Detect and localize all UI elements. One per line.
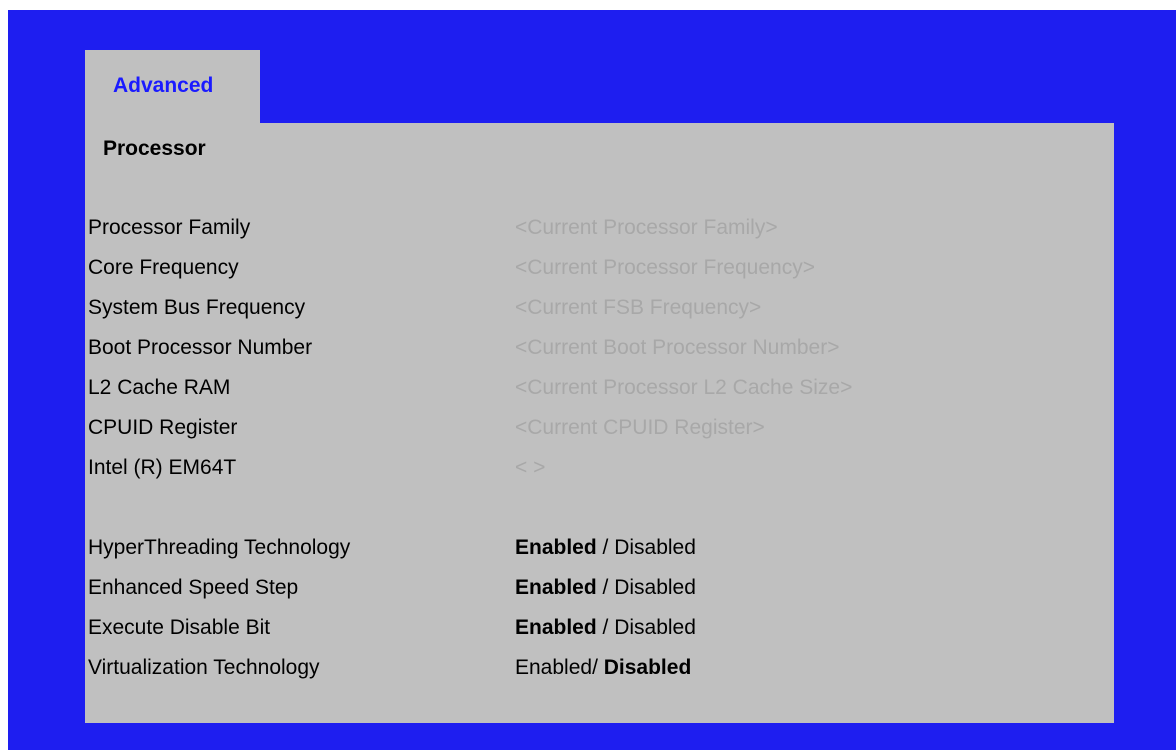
info-value: < > (515, 456, 546, 479)
info-value: <Current Boot Processor Number> (515, 336, 840, 359)
info-row-boot-processor-number: Boot Processor Number <Current Boot Proc… (88, 330, 1108, 366)
option-separator: / (596, 576, 615, 599)
option-enabled[interactable]: Enabled (515, 656, 592, 679)
setting-options[interactable]: Enabled / Disabled (515, 536, 696, 560)
setting-row-hyperthreading[interactable]: HyperThreading Technology Enabled / Disa… (88, 530, 1108, 566)
info-value: <Current Processor Frequency> (515, 256, 815, 279)
option-enabled[interactable]: Enabled (515, 576, 597, 599)
info-value: <Current Processor L2 Cache Size> (515, 376, 853, 399)
info-label: Processor Family (88, 216, 251, 239)
info-row-system-bus-frequency: System Bus Frequency <Current FSB Freque… (88, 290, 1108, 326)
setting-row-enhanced-speed-step[interactable]: Enhanced Speed Step Enabled / Disabled (88, 570, 1108, 606)
option-disabled[interactable]: Disabled (614, 616, 696, 639)
setting-options[interactable]: Enabled / Disabled (515, 616, 696, 640)
option-disabled[interactable]: Disabled (614, 576, 696, 599)
info-label: L2 Cache RAM (88, 376, 231, 399)
info-label: Intel (R) EM64T (88, 456, 237, 479)
setting-label: Enhanced Speed Step (88, 576, 299, 599)
info-row-l2-cache-ram: L2 Cache RAM <Current Processor L2 Cache… (88, 370, 1108, 406)
setting-options[interactable]: Enabled/ Disabled (515, 656, 691, 680)
info-row-processor-family: Processor Family <Current Processor Fami… (88, 210, 1108, 246)
option-disabled[interactable]: Disabled (614, 536, 696, 559)
option-enabled[interactable]: Enabled (515, 616, 597, 639)
info-value: <Current CPUID Register> (515, 416, 765, 439)
info-label: Boot Processor Number (88, 336, 313, 359)
setting-label: Virtualization Technology (88, 656, 320, 679)
tab-advanced[interactable]: Advanced (85, 50, 260, 124)
option-separator: / (596, 536, 615, 559)
info-label: CPUID Register (88, 416, 238, 439)
info-value: <Current Processor Family> (515, 216, 778, 239)
option-separator: / (592, 656, 604, 679)
setting-options[interactable]: Enabled / Disabled (515, 576, 696, 600)
option-disabled[interactable]: Disabled (604, 656, 692, 679)
setting-label: HyperThreading Technology (88, 536, 351, 559)
option-enabled[interactable]: Enabled (515, 536, 597, 559)
info-row-core-frequency: Core Frequency <Current Processor Freque… (88, 250, 1108, 286)
info-label: Core Frequency (88, 256, 239, 279)
tab-advanced-label: Advanced (113, 74, 214, 97)
option-separator: / (596, 616, 615, 639)
section-title: Processor (103, 137, 206, 160)
info-label: System Bus Frequency (88, 296, 306, 319)
setting-row-virtualization-technology[interactable]: Virtualization Technology Enabled/ Disab… (88, 650, 1108, 686)
info-row-em64t: Intel (R) EM64T < > (88, 450, 1108, 486)
setting-row-execute-disable-bit[interactable]: Execute Disable Bit Enabled / Disabled (88, 610, 1108, 646)
setting-label: Execute Disable Bit (88, 616, 271, 639)
info-value: <Current FSB Frequency> (515, 296, 762, 319)
info-row-cpuid-register: CPUID Register <Current CPUID Register> (88, 410, 1108, 446)
